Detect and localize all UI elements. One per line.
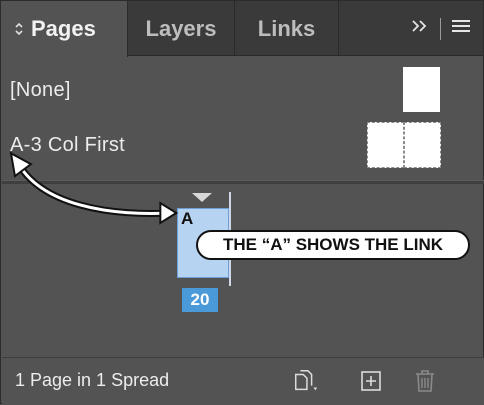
- tab-links[interactable]: Links: [235, 1, 339, 56]
- applied-master-indicator: A: [181, 209, 194, 228]
- pages-section: A 20 THE “A” SHOWS THE LINK: [2, 184, 484, 352]
- master-thumbnail-spread[interactable]: [367, 122, 441, 168]
- panel-tab-bar: Pages Layers Links: [1, 1, 483, 57]
- tab-layers[interactable]: Layers: [128, 1, 235, 56]
- master-item-none[interactable]: [None]: [2, 67, 484, 113]
- pages-panel: Pages Layers Links [None] A-3 Col First …: [0, 0, 484, 404]
- delete-page-icon[interactable]: [411, 367, 439, 395]
- double-chevron-right-icon[interactable]: [410, 18, 430, 39]
- panel-controls: [410, 1, 471, 56]
- page-number-badge[interactable]: 20: [182, 288, 218, 312]
- collapse-toggle-icon[interactable]: [15, 22, 23, 36]
- spread-marker-icon: [192, 193, 212, 202]
- new-page-icon[interactable]: [357, 367, 385, 395]
- tab-label-layers: Layers: [145, 15, 217, 41]
- hamburger-menu-icon[interactable]: [451, 18, 471, 39]
- tab-label-links: Links: [257, 15, 316, 41]
- tab-label-pages: Pages: [31, 16, 96, 41]
- panel-footer: 1 Page in 1 Spread: [2, 357, 484, 404]
- master-item-a3-col-first[interactable]: A-3 Col First: [2, 121, 484, 169]
- master-thumbnail-single[interactable]: [403, 67, 440, 112]
- master-left-page: [367, 122, 404, 168]
- master-label: A-3 Col First: [10, 133, 126, 156]
- master-label: [None]: [10, 78, 71, 101]
- edit-page-size-icon[interactable]: [292, 367, 320, 395]
- masters-section: [None] A-3 Col First: [2, 57, 484, 179]
- annotation-callout: THE “A” SHOWS THE LINK: [196, 230, 470, 260]
- status-text: 1 Page in 1 Spread: [15, 370, 170, 390]
- tab-pages[interactable]: Pages: [1, 1, 128, 57]
- master-right-page: [404, 122, 441, 168]
- controls-divider: [440, 17, 441, 40]
